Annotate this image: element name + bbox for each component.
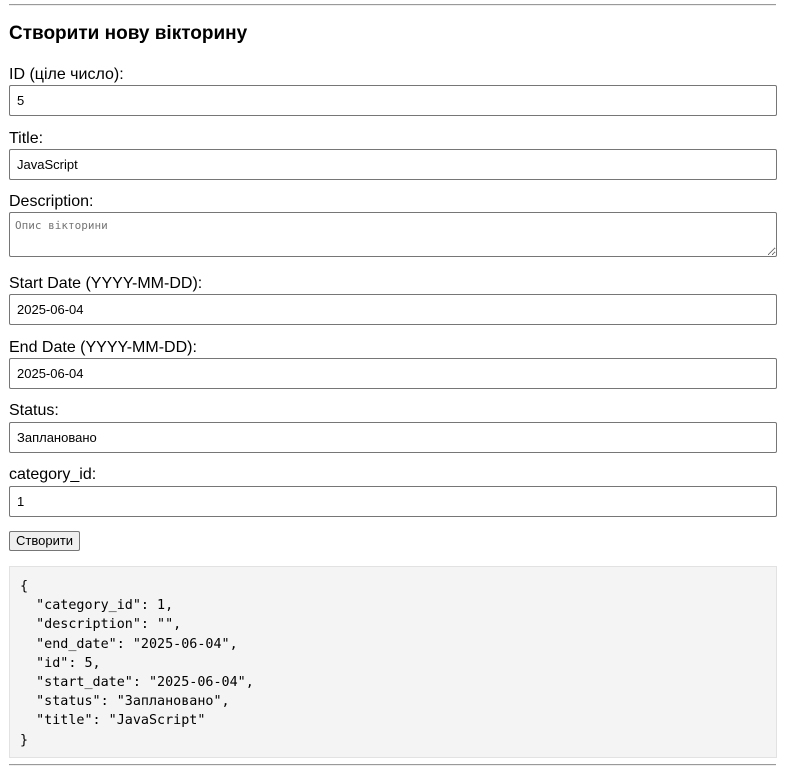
status-field[interactable] [9,422,777,453]
start-date-field[interactable] [9,294,777,325]
page-title: Створити нову вікторину [9,23,248,44]
category-id-field[interactable] [9,486,777,517]
bottom-divider [9,764,776,766]
start-date-label: Start Date (YYYY-MM-DD): [9,275,203,292]
end-date-label: End Date (YYYY-MM-DD): [9,339,197,356]
top-divider [9,4,776,6]
category-id-label: category_id: [9,466,97,483]
create-button[interactable]: Створити [9,531,81,551]
id-field[interactable] [9,85,777,116]
status-label: Status: [9,402,59,419]
id-label: ID (ціле число): [9,66,124,83]
title-field[interactable] [9,149,777,180]
end-date-field[interactable] [9,358,777,389]
description-label: Description: [9,193,94,210]
title-label: Title: [9,130,44,147]
description-field[interactable] [9,212,777,257]
json-output: { "category_id": 1, "description": "", "… [9,566,777,758]
